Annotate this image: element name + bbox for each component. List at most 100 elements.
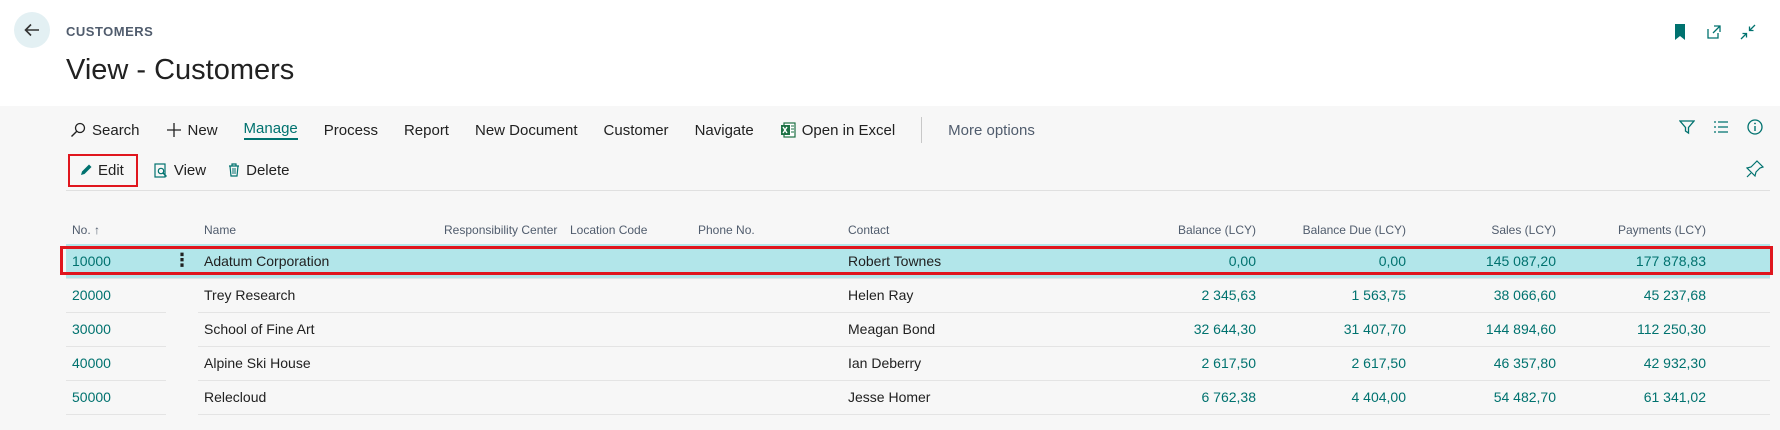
customer-label: Customer [603, 121, 669, 139]
filter-icon[interactable] [1678, 118, 1696, 136]
col-header-balance-due[interactable]: Balance Due (LCY) [1262, 202, 1412, 244]
cell-sales[interactable]: 145 087,20 [1412, 244, 1562, 279]
cell-menu [166, 312, 198, 346]
view-icon [154, 162, 167, 178]
col-header-spacer [1712, 202, 1770, 244]
cell-spacer [1712, 278, 1770, 313]
cell-balance[interactable]: 2 617,50 [1112, 346, 1262, 381]
cell-no[interactable]: 20000 [66, 278, 166, 313]
cell-balance[interactable]: 2 345,63 [1112, 278, 1262, 313]
table-row[interactable]: 10000 ⋮ Adatum Corporation Robert Townes… [66, 244, 1770, 279]
search-button[interactable]: Search [70, 122, 140, 139]
cell-payments[interactable]: 112 250,30 [1562, 312, 1712, 347]
tab-process[interactable]: Process [324, 122, 378, 139]
back-button[interactable] [14, 12, 50, 48]
col-header-no[interactable]: No. ↑ [66, 202, 166, 244]
cell-payments[interactable]: 42 932,30 [1562, 346, 1712, 381]
col-header-responsibility-center[interactable]: Responsibility Center [438, 202, 564, 244]
col-header-name[interactable]: Name [198, 202, 438, 244]
cell-location-code [564, 380, 692, 415]
bookmark-icon[interactable] [1670, 22, 1690, 42]
cell-no[interactable]: 50000 [66, 380, 166, 415]
tab-manage[interactable]: Manage [243, 120, 298, 140]
cell-contact: Robert Townes [842, 244, 1112, 279]
cell-balance[interactable]: 32 644,30 [1112, 312, 1262, 347]
cell-payments[interactable]: 45 237,68 [1562, 278, 1712, 313]
pencil-icon [81, 164, 92, 175]
cell-spacer [1712, 346, 1770, 381]
cell-no[interactable]: 30000 [66, 312, 166, 347]
cell-no[interactable]: 40000 [66, 346, 166, 381]
col-header-payments[interactable]: Payments (LCY) [1562, 202, 1712, 244]
table-header-row: No. ↑ Name Responsibility Center Locatio… [66, 202, 1770, 244]
cell-spacer [1712, 380, 1770, 415]
table-row[interactable]: 30000 School of Fine Art Meagan Bond 32 … [66, 312, 1770, 347]
tab-navigate[interactable]: Navigate [695, 122, 754, 139]
table-row[interactable]: 20000 Trey Research Helen Ray 2 345,63 1… [66, 278, 1770, 313]
cell-payments[interactable]: 61 341,02 [1562, 380, 1712, 415]
cell-location-code [564, 346, 692, 381]
cell-menu [166, 380, 198, 414]
cell-balance-due[interactable]: 31 407,70 [1262, 312, 1412, 347]
cell-responsibility-center [438, 312, 564, 347]
cell-balance-due[interactable]: 0,00 [1262, 244, 1412, 279]
tab-new-document[interactable]: New Document [475, 122, 578, 139]
more-options-button[interactable]: More options [948, 122, 1035, 139]
cell-sales[interactable]: 144 894,60 [1412, 312, 1562, 347]
new-button[interactable]: New [166, 122, 218, 139]
cell-sales[interactable]: 46 357,80 [1412, 346, 1562, 381]
cell-phone-no [692, 312, 842, 347]
action-row: Edit View Delete [68, 153, 311, 187]
cell-phone-no [692, 278, 842, 313]
list-area: Search New Manage Process Report New Doc… [0, 106, 1780, 430]
col-header-location-code[interactable]: Location Code [564, 202, 692, 244]
new-document-label: New Document [474, 121, 578, 139]
report-label: Report [403, 121, 449, 139]
edit-button[interactable]: Edit [68, 153, 138, 187]
cell-sales[interactable]: 38 066,60 [1412, 278, 1562, 313]
excel-icon [780, 122, 796, 138]
view-button[interactable]: View [154, 162, 206, 179]
cell-balance[interactable]: 6 762,38 [1112, 380, 1262, 415]
info-icon[interactable] [1746, 118, 1764, 136]
cell-phone-no [692, 244, 842, 279]
cell-balance-due[interactable]: 1 563,75 [1262, 278, 1412, 313]
collapse-icon[interactable] [1738, 22, 1758, 42]
breadcrumb: CUSTOMERS [66, 24, 154, 39]
cell-responsibility-center [438, 346, 564, 381]
tab-customer[interactable]: Customer [604, 122, 669, 139]
delete-button[interactable]: Delete [228, 162, 289, 179]
customers-table: No. ↑ Name Responsibility Center Locatio… [66, 202, 1770, 415]
table-row[interactable]: 40000 Alpine Ski House Ian Deberry 2 617… [66, 346, 1770, 381]
cell-balance[interactable]: 0,00 [1112, 244, 1262, 279]
cell-name: Adatum Corporation [198, 244, 438, 279]
tab-report[interactable]: Report [404, 122, 449, 139]
cell-payments[interactable]: 177 878,83 [1562, 244, 1712, 279]
page-header: CUSTOMERS View - Customers [0, 0, 1780, 106]
col-header-contact[interactable]: Contact [842, 202, 1112, 244]
col-header-balance[interactable]: Balance (LCY) [1112, 202, 1262, 244]
cell-sales[interactable]: 54 482,70 [1412, 380, 1562, 415]
cell-spacer [1712, 312, 1770, 347]
col-header-sales[interactable]: Sales (LCY) [1412, 202, 1562, 244]
action-bar: Search New Manage Process Report New Doc… [70, 116, 1061, 144]
cell-no[interactable]: 10000 [66, 244, 166, 279]
list-view-icon[interactable] [1712, 118, 1730, 136]
pin-icon[interactable] [1746, 160, 1764, 178]
cell-contact: Ian Deberry [842, 346, 1112, 381]
open-new-window-icon[interactable] [1704, 22, 1724, 42]
open-in-excel-button[interactable]: Open in Excel [780, 122, 895, 139]
more-options-label: More options [948, 121, 1035, 139]
cell-location-code [564, 312, 692, 347]
cell-location-code [564, 244, 692, 279]
cell-balance-due[interactable]: 4 404,00 [1262, 380, 1412, 415]
new-label: New [187, 121, 218, 139]
cell-balance-due[interactable]: 2 617,50 [1262, 346, 1412, 381]
col-header-phone-no[interactable]: Phone No. [692, 202, 842, 244]
search-label: Search [92, 121, 140, 139]
row-menu-icon[interactable]: ⋮ [166, 244, 198, 279]
open-in-excel-label: Open in Excel [801, 121, 896, 139]
col-header-menu [166, 202, 198, 244]
table-row[interactable]: 50000 Relecloud Jesse Homer 6 762,38 4 4… [66, 380, 1770, 415]
page-title: View - Customers [66, 54, 295, 86]
